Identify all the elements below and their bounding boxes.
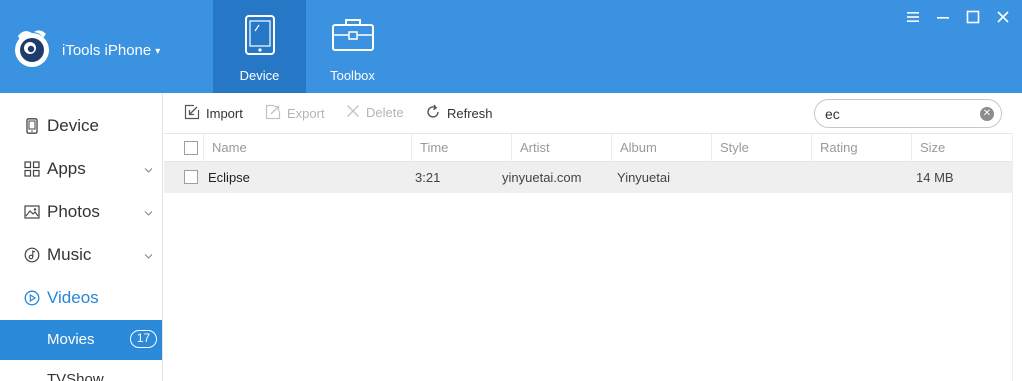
sidebar-item-label: Device	[47, 115, 99, 135]
cell-size: 14 MB	[916, 170, 954, 185]
sidebar-item-label: Videos	[47, 287, 99, 307]
column-header-style[interactable]: Style	[720, 134, 749, 162]
sidebar-subitem-label: Movies	[47, 331, 95, 348]
tablet-icon	[244, 14, 276, 59]
export-icon	[265, 104, 281, 123]
sidebar-item-music[interactable]: Music	[0, 233, 162, 276]
cell-name: Eclipse	[208, 170, 250, 185]
menu-icon[interactable]	[904, 8, 922, 26]
cell-artist: yinyuetai.com	[502, 170, 582, 185]
column-divider	[611, 134, 612, 162]
delete-button[interactable]: Delete	[346, 104, 404, 121]
export-button[interactable]: Export	[265, 104, 325, 123]
search-box: ✕	[814, 99, 1002, 128]
sidebar-item-photos[interactable]: Photos	[0, 190, 162, 233]
delete-x-icon	[346, 104, 360, 121]
column-header-time[interactable]: Time	[420, 134, 448, 162]
cell-time: 3:21	[415, 170, 441, 185]
tab-device[interactable]: Device	[213, 0, 306, 93]
column-divider	[203, 134, 204, 162]
sidebar-subitem-label: TVShow	[47, 371, 104, 381]
sidebar-item-apps[interactable]: Apps	[0, 147, 162, 190]
sidebar-item-device[interactable]: Device	[0, 104, 162, 147]
sidebar: Device Apps Photos Music Videos Movies 1…	[0, 93, 163, 381]
play-circle-icon	[24, 290, 40, 306]
table-row[interactable]: Eclipse 3:21 yinyuetai.com Yinyuetai 14 …	[164, 162, 1012, 193]
toolbox-icon	[331, 16, 375, 55]
import-icon	[184, 104, 200, 123]
refresh-icon	[425, 104, 441, 123]
import-button[interactable]: Import	[184, 104, 243, 123]
title-bar: iTools iPhone ▾ Device Toolbox	[0, 0, 1022, 93]
itools-logo-icon	[10, 26, 54, 70]
import-label: Import	[206, 106, 243, 121]
maximize-icon[interactable]	[964, 8, 982, 26]
export-label: Export	[287, 106, 325, 121]
sidebar-subitem-movies[interactable]: Movies 17	[0, 320, 162, 360]
column-header-name[interactable]: Name	[212, 134, 247, 162]
photo-icon	[24, 204, 40, 220]
table-header: Name Time Artist Album Style Rating Size	[164, 133, 1012, 162]
chevron-down-icon[interactable]	[144, 161, 153, 176]
scrollbar-track[interactable]	[1012, 133, 1022, 381]
column-divider	[511, 134, 512, 162]
column-divider	[811, 134, 812, 162]
cell-album: Yinyuetai	[617, 170, 670, 185]
column-header-album[interactable]: Album	[620, 134, 657, 162]
chevron-down-icon[interactable]	[144, 204, 153, 219]
column-divider	[411, 134, 412, 162]
sidebar-item-videos[interactable]: Videos	[0, 276, 162, 319]
sidebar-subitem-tvshow[interactable]: TVShow	[0, 360, 162, 381]
column-divider	[711, 134, 712, 162]
tab-toolbox-label: Toolbox	[330, 68, 375, 83]
minimize-icon[interactable]	[934, 8, 952, 26]
phone-icon	[24, 117, 40, 134]
toolbar: Import Export Delete Refresh ✕	[164, 93, 1022, 133]
chevron-down-icon: ▾	[155, 46, 161, 57]
window-controls	[904, 8, 1012, 26]
select-all-checkbox[interactable]	[184, 141, 198, 155]
sidebar-item-label: Apps	[47, 158, 86, 178]
refresh-label: Refresh	[447, 106, 493, 121]
column-divider	[911, 134, 912, 162]
column-header-rating[interactable]: Rating	[820, 134, 858, 162]
refresh-button[interactable]: Refresh	[425, 104, 493, 123]
count-badge: 17	[130, 330, 157, 348]
chevron-down-icon[interactable]	[144, 247, 153, 262]
search-input[interactable]	[825, 105, 975, 123]
device-selector[interactable]: iTools iPhone ▾	[62, 42, 160, 59]
device-name: iTools iPhone	[62, 42, 152, 59]
column-header-artist[interactable]: Artist	[520, 134, 550, 162]
music-icon	[24, 247, 40, 263]
tab-device-label: Device	[239, 68, 280, 83]
delete-label: Delete	[366, 105, 404, 120]
apps-grid-icon	[24, 160, 40, 177]
row-checkbox[interactable]	[184, 170, 198, 184]
sidebar-item-label: Photos	[47, 201, 100, 221]
clear-search-icon[interactable]: ✕	[980, 107, 994, 121]
media-table: Name Time Artist Album Style Rating Size…	[164, 133, 1022, 381]
column-header-size[interactable]: Size	[920, 134, 945, 162]
sidebar-item-label: Music	[47, 244, 92, 264]
tab-toolbox[interactable]: Toolbox	[306, 0, 399, 93]
close-icon[interactable]	[994, 8, 1012, 26]
